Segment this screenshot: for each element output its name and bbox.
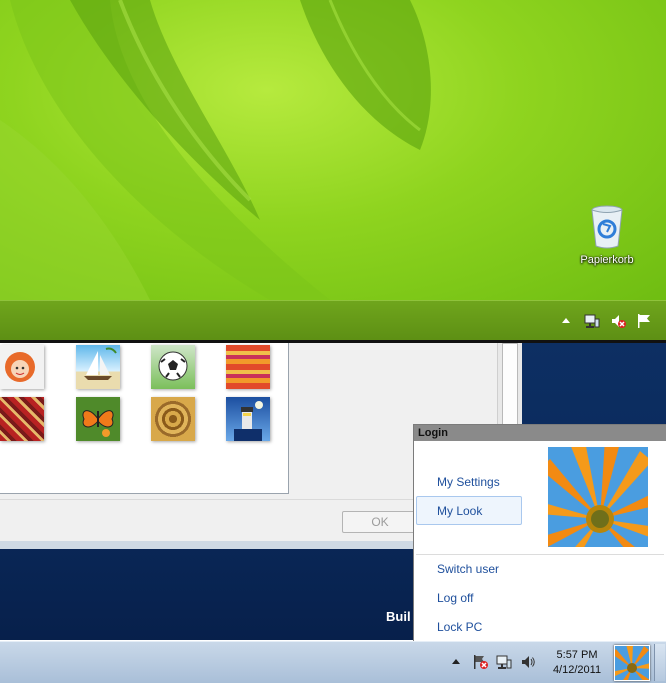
menu-item-log-off[interactable]: Log off bbox=[437, 591, 473, 605]
picture-list bbox=[0, 343, 289, 494]
menu-item-lock-pc[interactable]: Lock PC bbox=[437, 620, 482, 634]
menu-item-switch-user[interactable]: Switch user bbox=[437, 562, 499, 576]
taskbar-bottom: 5:57 PM 4/12/2011 bbox=[0, 641, 666, 683]
butterfly-picture[interactable] bbox=[76, 397, 120, 441]
sailboat-picture[interactable] bbox=[76, 345, 120, 389]
show-desktop-button[interactable] bbox=[654, 644, 665, 681]
up-arrow-icon[interactable] bbox=[448, 654, 464, 670]
network-icon[interactable] bbox=[584, 313, 600, 329]
system-tray bbox=[448, 654, 536, 670]
volume-icon[interactable] bbox=[520, 654, 536, 670]
volume-muted-icon[interactable] bbox=[610, 313, 626, 329]
scrollbar-thumb[interactable] bbox=[502, 343, 518, 425]
menu-item-my-look[interactable]: My Look bbox=[437, 504, 482, 518]
leaf-wallpaper-art bbox=[0, 0, 431, 300]
clock-date: 4/12/2011 bbox=[552, 664, 602, 676]
menu-item-my-settings[interactable]: My Settings bbox=[437, 475, 500, 489]
system-tray-top bbox=[558, 313, 652, 329]
desktop-wallpaper-green: Papierkorb bbox=[0, 0, 666, 300]
soccer-ball-picture[interactable] bbox=[151, 345, 195, 389]
shell-picture[interactable] bbox=[151, 397, 195, 441]
login-menu: Login My Settings My Look Switch user Lo… bbox=[413, 424, 666, 643]
recycle-bin-icon bbox=[590, 204, 624, 250]
clock-time: 5:57 PM bbox=[556, 649, 598, 661]
action-center-error-icon[interactable] bbox=[472, 654, 488, 670]
up-arrow-icon[interactable] bbox=[558, 313, 574, 329]
recycle-bin[interactable]: Papierkorb bbox=[578, 204, 636, 266]
network-icon[interactable] bbox=[496, 654, 512, 670]
fabric-picture[interactable] bbox=[226, 345, 270, 389]
taskbar-clock[interactable]: 5:57 PM 4/12/2011 bbox=[542, 648, 612, 678]
login-menu-separator bbox=[416, 554, 664, 555]
lighthouse-picture[interactable] bbox=[226, 397, 270, 441]
action-center-flag-icon[interactable] bbox=[636, 313, 652, 329]
rug-picture[interactable] bbox=[0, 397, 44, 441]
recycle-bin-label: Papierkorb bbox=[580, 254, 634, 266]
login-menu-title: Login bbox=[414, 425, 666, 441]
taskbar-user-avatar[interactable] bbox=[614, 645, 650, 681]
ok-button[interactable]: OK bbox=[342, 511, 418, 533]
background-build-text: Buil bbox=[386, 609, 411, 624]
taskbar-top bbox=[0, 300, 666, 341]
user-avatar[interactable] bbox=[548, 447, 648, 547]
doll-picture[interactable] bbox=[0, 345, 44, 389]
